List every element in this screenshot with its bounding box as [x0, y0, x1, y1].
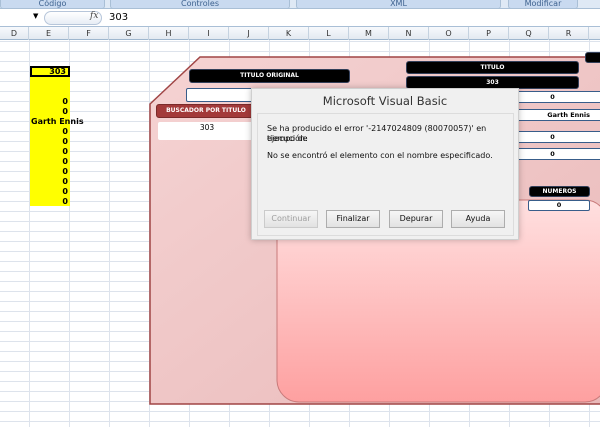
buscador-label: BUSCADOR POR TITULO	[156, 104, 256, 118]
depurar-button[interactable]: Depurar	[389, 210, 443, 228]
numeros-label: NUMEROS	[529, 186, 590, 197]
ayuda-button[interactable]: Ayuda	[451, 210, 505, 228]
finalizar-button[interactable]: Finalizar	[326, 210, 380, 228]
numeros-input[interactable]: 0	[528, 200, 590, 211]
dialog-title: Microsoft Visual Basic	[322, 94, 448, 108]
buscador-input[interactable]: 303	[158, 122, 256, 140]
titulo-label: TITULO	[406, 61, 579, 74]
titulo-original-label: TITULO ORIGINAL	[189, 69, 350, 83]
error-message-line2: ejecución:	[267, 134, 308, 143]
error-detail: No se encontró el elemento con el nombre…	[267, 151, 493, 160]
continuar-button[interactable]: Continuar	[264, 210, 318, 228]
header-label	[585, 52, 600, 63]
vba-error-dialog: Microsoft Visual Basic Se ha producido e…	[251, 88, 519, 240]
